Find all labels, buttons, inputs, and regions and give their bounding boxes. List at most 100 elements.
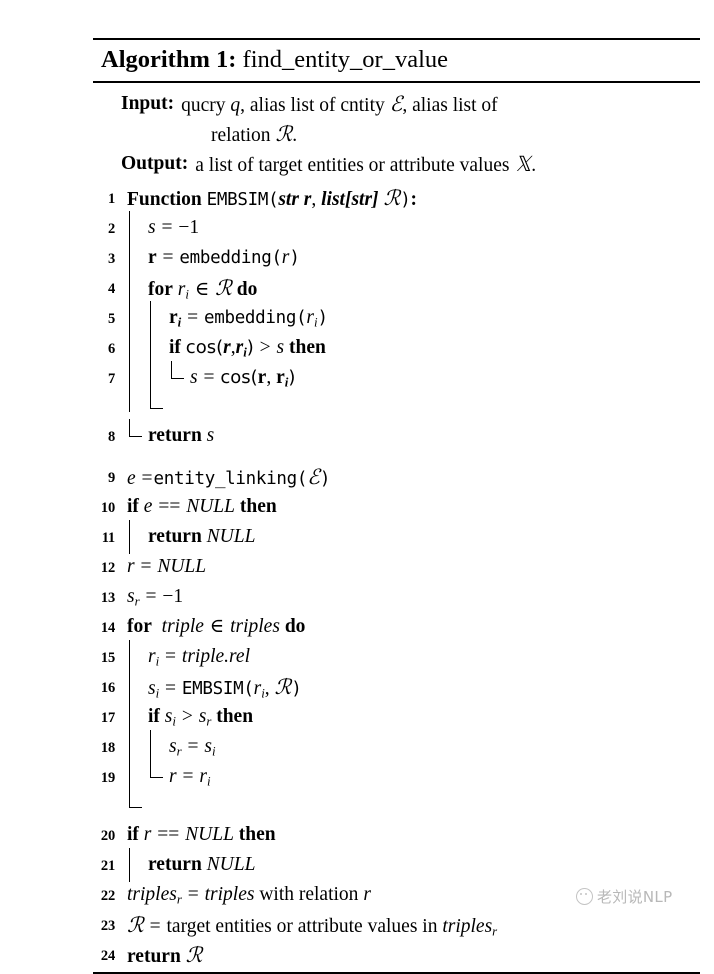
indent-guide-end <box>127 418 148 451</box>
algorithm-block: Algorithm 1: find_entity_or_value Input:… <box>93 38 700 974</box>
line-number: 14 <box>100 619 115 636</box>
line-text: ℛ = target entities or attribute values … <box>127 912 498 939</box>
algorithm-line: 21 return NULL <box>93 847 700 882</box>
algorithm-line: 17 if si > sr then <box>93 699 700 734</box>
algorithm-line: 16 si = EMBSIM(ri, ℛ) <box>93 669 700 704</box>
input-value: qucry q, alias list of cntity ℰ, alias l… <box>181 92 498 117</box>
line-text: r = NULL <box>127 555 207 577</box>
line-body: for ri ∈ ℛ do <box>115 270 700 305</box>
algorithm-line: 18 sr = si <box>93 729 700 764</box>
line-number: 20 <box>100 827 115 844</box>
line-text: return ℛ <box>127 942 203 967</box>
algorithm-line: 20 if r == NULL then <box>93 820 700 850</box>
indent-guide <box>127 300 148 335</box>
line-body: ri = embedding(ri) <box>115 300 700 335</box>
indent-guide <box>127 729 148 764</box>
algorithm-output-row: Output: a list of target entities or att… <box>93 150 700 180</box>
algorithm-line: 4 for ri ∈ ℛ do <box>93 270 700 305</box>
line-text: if si > sr then <box>148 705 254 729</box>
algorithm-caption-label: Algorithm 1: <box>101 46 237 73</box>
line-number-spacer <box>93 393 115 402</box>
indent-guide <box>127 669 148 704</box>
algorithm-lines: 1 Function EMBSIM(str r, list[str] ℛ): 2… <box>93 183 700 972</box>
line-number: 15 <box>100 649 115 666</box>
algorithm-caption: Algorithm 1: find_entity_or_value <box>93 40 700 81</box>
line-number: 10 <box>100 499 115 516</box>
line-number: 23 <box>100 917 115 934</box>
line-number: 16 <box>100 679 115 696</box>
line-number: 1 <box>107 190 115 207</box>
algorithm-line: 19 r = ri <box>93 759 700 794</box>
line-body: if r == NULL then <box>115 820 700 850</box>
indent-guide <box>127 360 148 395</box>
line-text: return NULL <box>148 525 256 547</box>
line-number: 13 <box>100 589 115 606</box>
line-number: 7 <box>107 370 115 387</box>
line-number: 18 <box>100 739 115 756</box>
algorithm-line: 9 e =entity_linking(ℰ) <box>93 462 700 492</box>
line-body: sr = −1 <box>115 582 700 612</box>
line-text: if e == NULL then <box>127 495 277 517</box>
line-body: r = embedding(r) <box>115 240 700 275</box>
input-value-continuation: relation ℛ. <box>211 122 298 147</box>
algorithm-line: 10 if e == NULL then <box>93 492 700 522</box>
indent-guide-end <box>169 360 190 393</box>
line-text: sr = si <box>169 735 216 759</box>
line-number: 5 <box>107 310 115 327</box>
line-text-empty <box>169 393 700 410</box>
line-text: ri = triple.rel <box>148 645 250 669</box>
line-text: si = EMBSIM(ri, ℛ) <box>148 674 302 701</box>
line-text: if r == NULL then <box>127 823 276 845</box>
line-text: return s <box>148 424 215 446</box>
line-number: 19 <box>100 769 115 786</box>
line-body: e =entity_linking(ℰ) <box>115 462 700 492</box>
indent-guide <box>127 759 148 794</box>
line-text: sr = −1 <box>127 585 184 609</box>
line-text: s = −1 <box>148 216 200 238</box>
algorithm-line: 13 sr = −1 <box>93 582 700 612</box>
indent-guide <box>127 519 148 554</box>
indent-guide <box>148 729 169 764</box>
algorithm-line: 24 return ℛ <box>93 940 700 970</box>
input-label: Input: <box>121 93 175 115</box>
line-body: sr = si <box>115 729 700 764</box>
line-body: r = NULL <box>115 552 700 582</box>
algorithm-line: 14 for triple ∈ triples do <box>93 612 700 642</box>
indent-guide-end <box>148 390 169 410</box>
line-number: 2 <box>107 220 115 237</box>
output-label: Output: <box>121 152 189 174</box>
line-body: if cos(r,ri) > s then <box>115 330 700 365</box>
indent-guide <box>127 210 148 245</box>
line-text: ri = embedding(ri) <box>169 306 328 330</box>
watermark: 老刘说NLP <box>576 886 672 907</box>
indent-guide <box>127 847 148 882</box>
line-body: return NULL <box>115 519 700 554</box>
line-number: 6 <box>107 340 115 357</box>
line-text-empty <box>148 792 700 809</box>
line-number: 9 <box>107 469 115 486</box>
line-text: for triple ∈ triples do <box>127 615 306 637</box>
indent-guide <box>148 360 169 395</box>
algorithm-line: 2 s = −1 <box>93 210 700 245</box>
line-number-spacer <box>93 792 115 801</box>
algorithm-line: 5 ri = embedding(ri) <box>93 300 700 335</box>
line-number: 24 <box>100 947 115 964</box>
line-number: 22 <box>100 887 115 904</box>
line-body: for triple ∈ triples do <box>115 612 700 642</box>
algorithm-block-end <box>93 789 700 809</box>
algorithm-io-block: Input: qucry q, alias list of cntity ℰ, … <box>93 83 700 182</box>
line-body: si = EMBSIM(ri, ℛ) <box>115 669 700 704</box>
line-number: 11 <box>101 529 116 546</box>
watermark-logo-icon <box>576 888 593 905</box>
line-body: ri = triple.rel <box>115 639 700 674</box>
line-text: r = embedding(r) <box>148 246 300 268</box>
line-body: return ℛ <box>115 940 700 970</box>
algorithm-caption-name: find_entity_or_value <box>242 46 449 73</box>
indent-guide <box>148 330 169 365</box>
line-body: Function EMBSIM(str r, list[str] ℛ): <box>115 183 700 213</box>
indent-guide <box>127 240 148 275</box>
indent-guide-end <box>127 789 148 809</box>
algorithm-line: 3 r = embedding(r) <box>93 240 700 275</box>
line-number: 8 <box>107 428 115 445</box>
indent-guide <box>148 300 169 335</box>
